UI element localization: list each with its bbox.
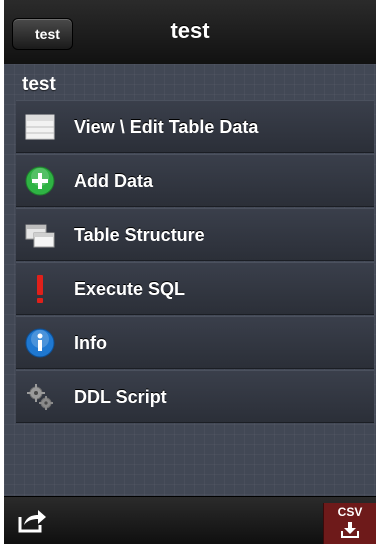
menu-item-view-edit-table-data[interactable]: View \ Edit Table Data [16,100,374,153]
exclamation-icon [24,273,56,305]
menu-item-label: View \ Edit Table Data [74,117,259,137]
menu-list: View \ Edit Table Data Add Data Table St… [16,100,374,424]
share-icon[interactable] [16,507,48,535]
structure-icon [24,219,56,251]
menu-item-label: Info [74,333,107,353]
menu-item-label: Table Structure [74,225,205,245]
add-icon [24,165,56,197]
navigation-bar: test test [4,0,376,65]
bottom-toolbar: CSV [4,496,376,544]
menu-item-label: Execute SQL [74,279,186,299]
menu-item-ddl-script[interactable]: DDL Script [16,370,374,423]
menu-item-label: Add Data [74,171,154,191]
csv-label: CSV [337,505,363,519]
menu-item-add-data[interactable]: Add Data [16,154,374,207]
info-icon [24,327,56,359]
menu-item-label: DDL Script [74,387,167,407]
content-area: test View \ Edit Table Data Add Data Tab… [4,64,376,496]
menu-item-execute-sql[interactable]: Execute SQL [16,262,374,315]
menu-item-table-structure[interactable]: Table Structure [16,208,374,261]
menu-item-info[interactable]: Info [16,316,374,369]
download-icon [340,521,360,539]
table-icon [24,111,56,143]
csv-export-button[interactable]: CSV [323,503,376,544]
page-title: test [170,18,210,43]
gears-icon [24,381,56,413]
app-frame: test test test View \ Edit Table Data Ad… [4,0,376,544]
section-header: test [22,74,56,95]
